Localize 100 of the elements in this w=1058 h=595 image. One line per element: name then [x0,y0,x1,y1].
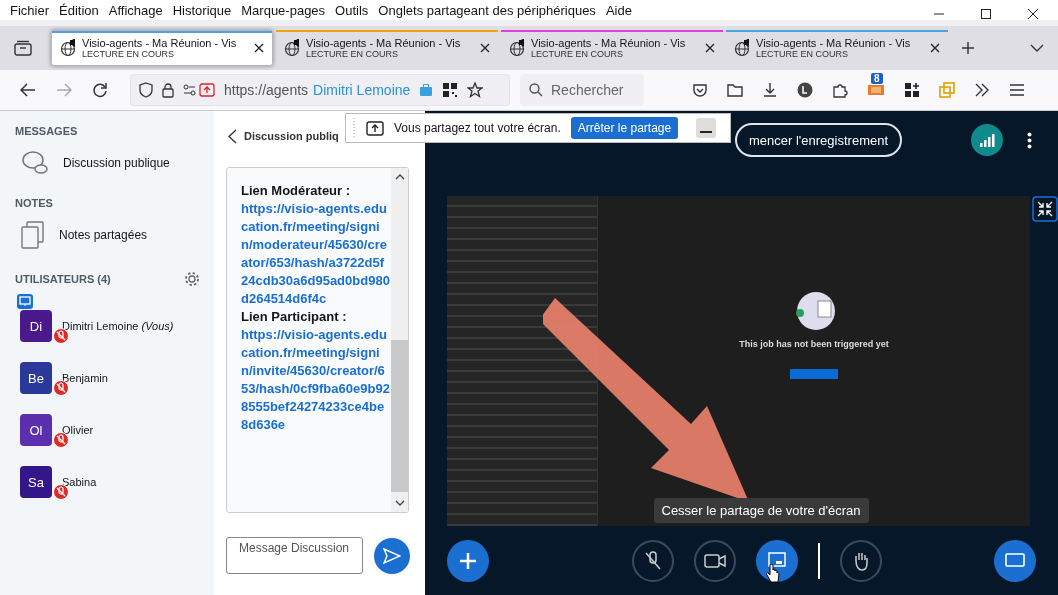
browser-tab[interactable]: Visio-agents - Ma Réunion - Vis LECTURE EN COURS [51,30,273,66]
link-label: Lien Modérateur : [241,182,352,200]
send-button[interactable] [374,537,410,574]
briefcase-icon [419,83,434,97]
more-options-icon[interactable] [1027,131,1032,149]
documents-icon [21,221,45,249]
globe-icon [60,39,78,57]
star-icon[interactable] [467,82,484,98]
menu-item[interactable]: Fichier [10,2,49,18]
meeting-link[interactable]: https://visio-agents.education.fr/meeting/signin/moderateur/45630/creator/653/hash/a3722d5f24cdb30a6d95ad0bd980d264514d6f4c [241,200,391,308]
message-input[interactable]: Message Discussion [226,537,363,574]
muted-mic-icon [643,551,662,571]
minimize-icon [700,131,713,134]
chat-bubbles-icon [21,150,49,176]
chevron-down-icon[interactable] [1030,44,1044,52]
chevrons-right-icon[interactable] [974,83,990,97]
folder-icon[interactable] [727,82,743,98]
hand-button[interactable] [839,540,882,582]
back-icon[interactable] [20,83,36,97]
lock-icon [162,82,174,98]
globe-icon [284,39,302,57]
permissions-icon [183,83,215,97]
user-avatar[interactable]: Ol [20,414,52,446]
globe-icon [734,39,752,57]
close-icon[interactable] [1027,8,1039,20]
menu-item[interactable]: Affichage [108,2,163,18]
browser-tab[interactable]: Visio-agents - Ma Réunion - Vis LECTURE EN COURS [276,30,498,66]
grip-icon[interactable] [352,117,356,139]
settings-icon[interactable] [184,271,200,287]
meeting-link[interactable]: https://visio-agents.education.fr/meeting/signin/invite/45630/creator/653/hash/0cf9fba60e9b928555bef24274233ce4be8d636e [241,326,391,434]
grid-plus-icon[interactable] [904,82,920,98]
account-icon[interactable] [797,82,813,98]
url-text: https://agents [224,82,309,98]
menu-item[interactable]: Aide [605,2,632,18]
pocket-icon[interactable] [692,82,708,98]
menu-icon[interactable] [1009,83,1025,97]
presentation-button[interactable] [994,540,1036,582]
browser-tab[interactable]: Visio-agents - Ma Réunion - Vis LECTURE EN COURS [501,30,723,66]
tab-status: LECTURE EN COURS [756,49,849,59]
tab-title: Visio-agents - Ma Réunion - Vis [306,37,461,49]
tab-title: Visio-agents - Ma Réunion - Vis [756,37,911,49]
mic-button[interactable] [631,540,674,582]
user-avatar[interactable]: Di [20,310,52,342]
shared-screen-message: This job has not been triggered yet [739,339,889,349]
menu-item[interactable]: Outils [335,2,369,18]
browser-tab[interactable]: Visio-agents - Ma Réunion - Vis LECTURE EN COURS [726,30,948,66]
link-label: Lien Participant : [241,308,348,326]
user-name: Benjamin [62,372,108,384]
close-icon[interactable] [705,43,715,53]
record-button[interactable]: mencer l'enregistrement [735,123,903,157]
sidebar-item[interactable]: Discussion publique [21,149,200,177]
close-icon[interactable] [254,43,264,53]
user-avatar[interactable]: Be [20,362,52,394]
close-icon[interactable] [930,43,940,53]
stop-sharing-button[interactable]: Arrêter le partage [570,117,679,139]
close-icon[interactable] [480,43,490,53]
back-icon[interactable] [228,128,237,144]
section-heading: MESSAGES [15,125,79,137]
user-name: Dimitri Lemoine (Vous) [62,320,174,332]
notification-badge: 8 [871,73,883,84]
hide-button[interactable] [696,118,717,138]
tab-list-icon[interactable] [14,40,32,56]
user-name: Olivier [62,424,94,436]
signal-icon [979,132,995,148]
chat-title: Discussion publiq [244,130,339,142]
monitor-icon[interactable] [867,82,885,98]
scroll-down-icon[interactable] [394,500,405,506]
monitor-icon [1005,553,1025,569]
scrollbar[interactable] [391,168,408,512]
camera-button[interactable] [693,540,736,582]
screen-share-icon [767,552,786,570]
menu-item[interactable]: Marque-pages [241,2,326,18]
sidebar-item[interactable]: Notes partagées [21,221,200,249]
tab-status: LECTURE EN COURS [531,49,624,59]
menu-item[interactable]: Onglets partageant des périphériques [378,2,596,18]
new-tab-icon[interactable] [961,41,975,55]
puzzle-icon[interactable] [832,82,848,98]
hand-cursor-icon [765,564,780,584]
screen-button[interactable] [755,540,798,582]
scroll-up-icon[interactable] [394,174,405,180]
screen-button-drawing [790,369,838,379]
exit-fullscreen-icon[interactable] [1032,196,1058,222]
menu-item[interactable]: Édition [59,2,99,18]
section-heading: NOTES [15,197,54,209]
connection-button[interactable] [971,124,1003,156]
address-bar[interactable]: https://agents Dimitri Lemoine [130,74,510,106]
download-icon[interactable] [762,82,778,98]
tab-title: Visio-agents - Ma Réunion - Vis [82,37,237,49]
actions-button[interactable] [447,540,489,582]
tab-status: LECTURE EN COURS [82,49,175,59]
search-field[interactable]: Rechercher [520,74,644,106]
share-screen-icon [366,120,384,136]
maximize-icon[interactable] [980,8,992,20]
plus-icon [459,552,477,570]
reload-icon[interactable] [92,82,108,98]
user-avatar[interactable]: Sa [20,466,52,498]
menu-item[interactable]: Historique [172,2,232,18]
qr-code-icon [442,82,459,98]
tab-status: LECTURE EN COURS [306,49,399,59]
notice-text: Vous partagez tout votre écran. [394,121,561,135]
